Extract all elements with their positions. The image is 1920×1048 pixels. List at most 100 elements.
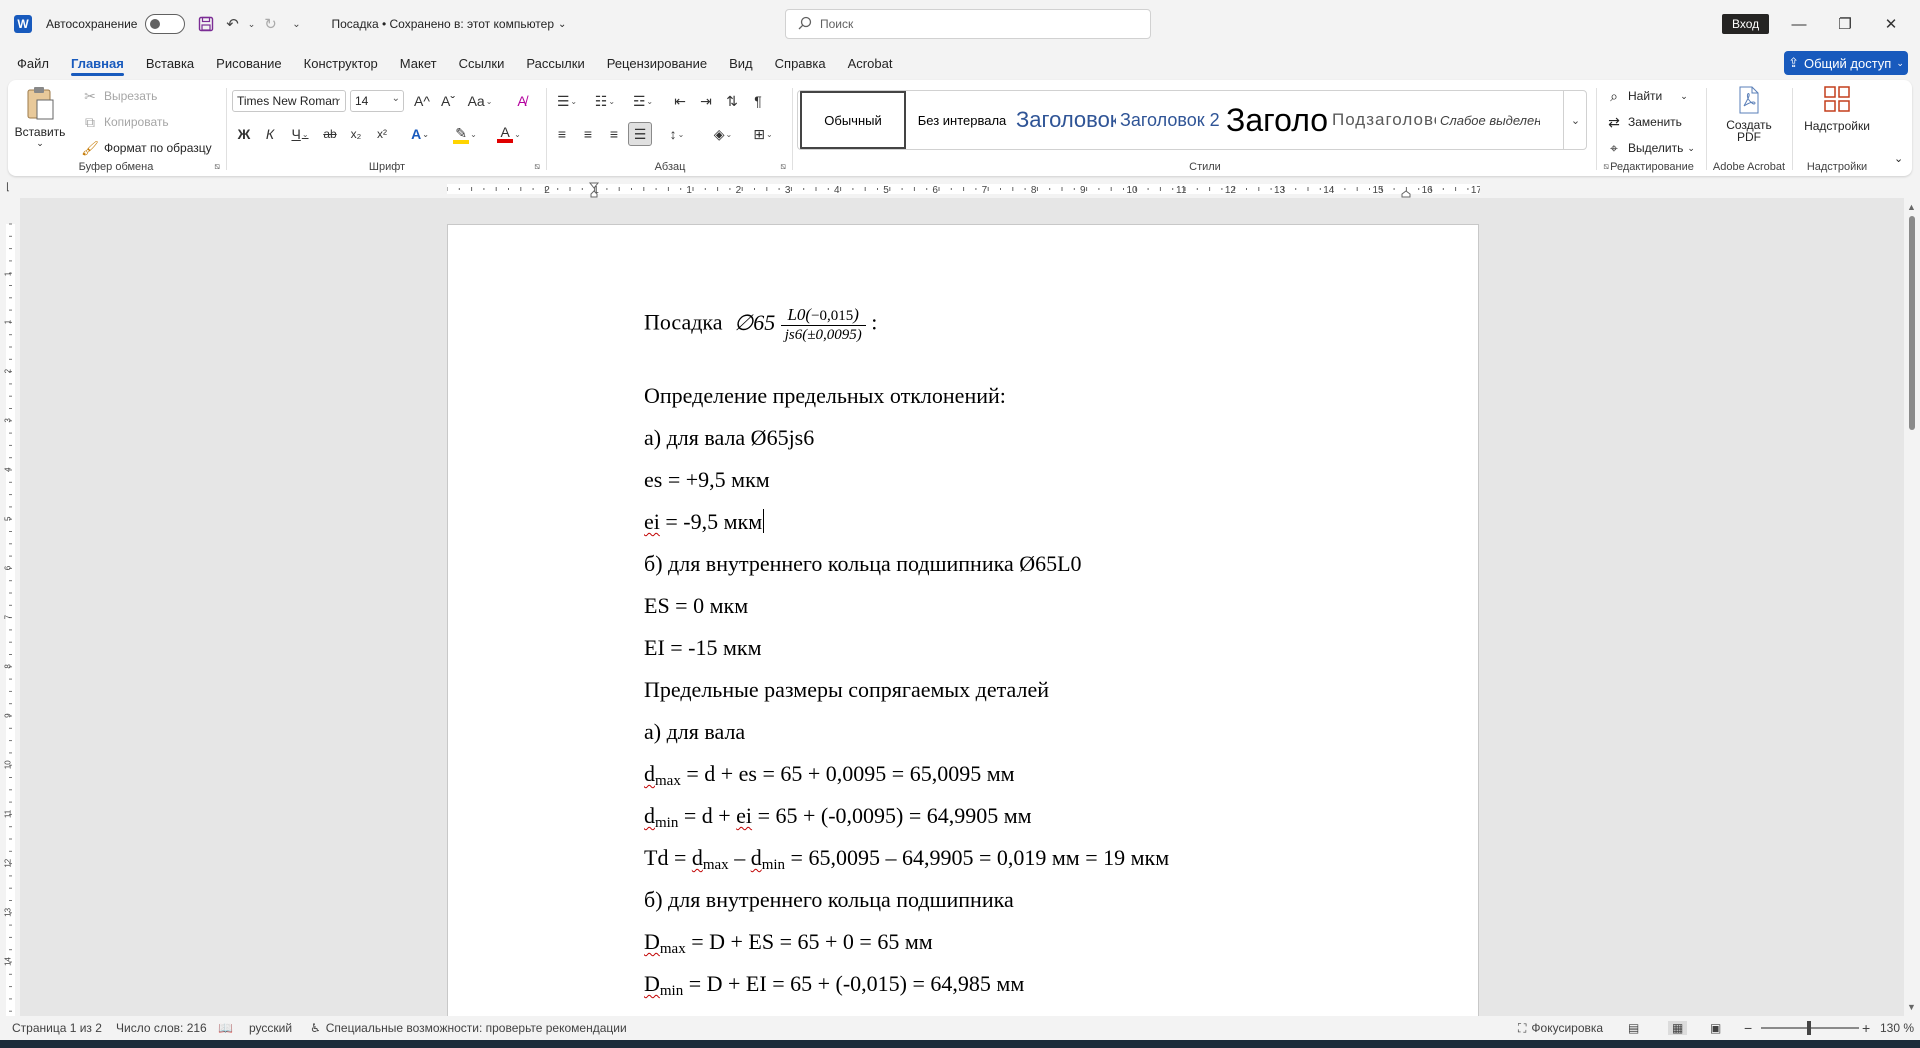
tab-review[interactable]: Рецензирование [596,50,718,76]
cut-button[interactable]: ✂ Вырезать [80,86,157,106]
vertical-scrollbar[interactable]: ▲ ▼ [1904,198,1920,1016]
paragraph-line[interactable]: es = +9,5 мкм [644,467,770,493]
undo-dropdown-icon[interactable]: ⌄ [245,11,257,37]
zoom-level[interactable]: 130 % [1880,1021,1914,1035]
dialog-launcher-icon[interactable]: ⧅ [534,161,540,172]
zoom-out-icon[interactable]: − [1744,1020,1752,1036]
title-line[interactable]: Посадка ∅65 L0(−0,015) js6(±0,0095) : [644,305,877,344]
tab-layout[interactable]: Макет [389,50,448,76]
font-size-combo[interactable]: 14 ⌄ [350,90,404,112]
print-layout-icon[interactable]: ▦ [1668,1021,1688,1035]
align-right-button[interactable]: ≡ [602,122,626,146]
shading-button[interactable]: ◈ ⌄ [706,122,740,146]
web-layout-icon[interactable]: ▣ [1710,1021,1721,1035]
tab-draw[interactable]: Рисование [205,50,292,76]
share-button[interactable]: ⇪ Общий доступ ⌄ [1784,51,1908,75]
bold-button[interactable]: Ж [232,122,256,146]
focus-button[interactable]: ⛶ Фокусировка [1518,1021,1603,1036]
subscript-button[interactable]: x₂ [344,122,368,146]
superscript-button[interactable]: x² [370,122,394,146]
paragraph-line[interactable]: а) для вала [644,719,745,745]
paragraph-line[interactable]: dmin = d + ei = 65 + (-0,0095) = 64,9905… [644,803,1032,832]
proofing-icon[interactable]: 📖 [218,1021,233,1035]
paragraph-line[interactable]: б) для внутреннего кольца подшипника [644,887,1014,913]
redo-icon[interactable]: ↻ [257,11,283,37]
tab-design[interactable]: Конструктор [293,50,389,76]
tab-help[interactable]: Справка [764,50,837,76]
select-button[interactable]: ⌖ Выделить ⌄ [1604,138,1695,158]
font-color-button[interactable]: A ⌄ [492,122,526,146]
numbering-button[interactable]: ☷ ⌄ [588,89,622,113]
zoom-slider-thumb[interactable] [1807,1021,1811,1035]
paragraph-line[interactable]: Dmin = D + EI = 65 + (-0,015) = 64,985 м… [644,971,1024,1000]
minimize-icon[interactable]: — [1776,0,1822,48]
show-marks-button[interactable]: ¶ [746,89,770,113]
scrollbar-thumb[interactable] [1909,216,1915,430]
underline-button[interactable]: Ч ⌄ [284,122,316,146]
language-indicator[interactable]: русский [249,1021,292,1035]
shrink-font-button[interactable]: Aˇ [436,89,460,113]
paragraph-line[interactable]: dmax = d + es = 65 + 0,0095 = 65,0095 мм [644,761,1015,790]
document-canvas[interactable]: Посадка ∅65 L0(−0,015) js6(±0,0095) : Оп… [20,198,1904,1016]
dialog-launcher-icon[interactable]: ⧅ [214,161,220,172]
italic-button[interactable]: К [258,122,282,146]
justify-button[interactable]: ☰ [628,122,652,146]
align-center-button[interactable]: ≡ [576,122,600,146]
line-spacing-button[interactable]: ↕ ⌄ [660,122,694,146]
font-family-combo[interactable]: Times New Roman ⌄ [232,90,346,112]
paragraph-line[interactable]: ei = -9,5 мкм [644,509,765,535]
paragraph-line[interactable]: б) для внутреннего кольца подшипника Ø65… [644,551,1082,577]
clear-formatting-button[interactable]: A̸ [510,89,534,113]
ruler-corner-icon[interactable]: ⌊ [6,182,10,193]
collapse-ribbon-button[interactable]: ⌄ [1894,152,1903,165]
decrease-indent-button[interactable]: ⇤ [668,89,692,113]
format-painter-button[interactable]: 🖌 Формат по образцу [80,138,212,158]
customize-qat-icon[interactable]: ⌄ [283,11,309,37]
tab-mailings[interactable]: Рассылки [515,50,595,76]
paragraph-line[interactable]: а) для вала Ø65js6 [644,425,814,451]
read-mode-icon[interactable]: ▤ [1628,1021,1639,1035]
word-count[interactable]: Число слов: 216 [116,1021,207,1035]
search-box[interactable]: Поиск [785,9,1151,39]
multilevel-list-button[interactable]: ☲ ⌄ [626,89,660,113]
highlight-button[interactable]: ✎ ⌄ [448,122,482,146]
paragraph-line[interactable]: Td = dmax – dmin = 65,0095 – 64,9905 = 0… [644,845,1169,874]
paragraph-line[interactable]: ES = 0 мкм [644,593,748,619]
document-title[interactable]: Посадка • Сохранено в: этот компьютер ⌄ [331,17,566,31]
align-left-button[interactable]: ≡ [550,122,574,146]
bullets-button[interactable]: ☰ ⌄ [550,89,584,113]
addins-button[interactable]: Надстройки [1794,86,1880,133]
close-icon[interactable]: ✕ [1868,0,1914,48]
accessibility-status[interactable]: ♿ Специальные возможности: проверьте рек… [310,1021,627,1035]
undo-icon[interactable]: ↶ [219,11,245,37]
paragraph-line[interactable]: Определение предельных отклонений: [644,383,1006,409]
paragraph-line[interactable]: EI = -15 мкм [644,635,762,661]
save-icon[interactable] [193,11,219,37]
scroll-up-icon[interactable]: ▲ [1907,202,1916,212]
change-case-button[interactable]: Aa ⌄ [464,89,496,113]
paragraph-line[interactable]: Предельные размеры сопрягаемых деталей [644,677,1049,703]
autosave-toggle[interactable] [145,14,186,34]
tab-file[interactable]: Файл [6,50,60,76]
page-count[interactable]: Страница 1 из 2 [12,1021,102,1035]
tab-home[interactable]: Главная [60,50,135,76]
dialog-launcher-icon[interactable]: ⧅ [780,161,786,172]
copy-button[interactable]: ⧉ Копировать [80,112,169,132]
scroll-down-icon[interactable]: ▼ [1907,1002,1916,1012]
sort-button[interactable]: ⇅ [720,89,744,113]
paste-button[interactable]: Вставить ⌄ [15,86,65,149]
right-indent-marker[interactable] [1401,190,1411,198]
tab-view[interactable]: Вид [718,50,764,76]
paragraph-line[interactable]: Dmax = D + ES = 65 + 0 = 65 мм [644,929,933,958]
grow-font-button[interactable]: A^ [410,89,434,113]
tab-acrobat[interactable]: Acrobat [837,50,904,76]
borders-button[interactable]: ⊞ ⌄ [746,122,780,146]
create-pdf-button[interactable]: Создать PDF [1708,86,1790,144]
tab-references[interactable]: Ссылки [448,50,516,76]
strikethrough-button[interactable]: ab [318,122,342,146]
tab-insert[interactable]: Вставка [135,50,205,76]
signin-button[interactable]: Вход [1722,14,1770,34]
text-effects-button[interactable]: A ⌄ [404,122,436,146]
restore-icon[interactable]: ❐ [1822,0,1868,48]
zoom-in-icon[interactable]: + [1862,1020,1870,1036]
